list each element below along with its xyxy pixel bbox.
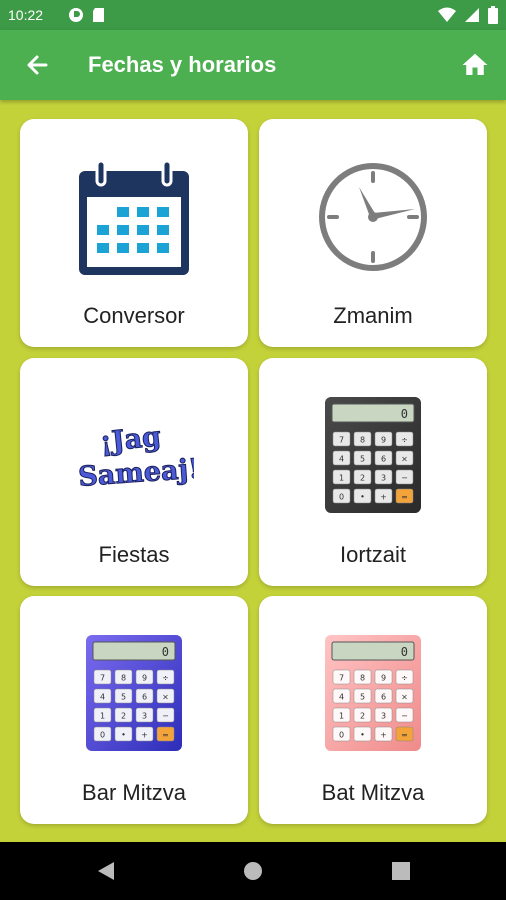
calculator-key-label: 1: [339, 712, 344, 721]
calculator-key-label: 2: [360, 712, 365, 721]
status-bar: 10:22: [0, 0, 506, 30]
calculator-key-label: 3: [381, 712, 386, 721]
svg-text:¡Jag: ¡Jag: [99, 421, 163, 458]
calculator-key-label: 5: [360, 693, 365, 702]
calculator-key-label: 1: [100, 712, 105, 721]
calculator-key-label: 0: [339, 493, 344, 502]
nav-recents-icon[interactable]: [389, 859, 413, 883]
calculator-key-label: 5: [121, 693, 126, 702]
calculator-key-label: 9: [381, 674, 386, 683]
wifi-icon: [438, 7, 456, 22]
calendar-icon: [79, 159, 189, 275]
card-bat-mitzva[interactable]: 0 7 8 9 ÷ 4 5 6 × 1 2 3 − 0 • + = Bat Mitzva: [259, 596, 487, 824]
nav-home-icon[interactable]: [241, 859, 265, 883]
calculator-display: 0: [401, 407, 408, 421]
calculator-key-label: 9: [142, 674, 147, 683]
calculator-key-label: −: [401, 474, 408, 483]
home-button[interactable]: [460, 50, 490, 80]
card-conversor[interactable]: Conversor: [20, 119, 248, 347]
calculator-pink-icon: 0 7 8 9 ÷ 4 5 6 × 1 2 3 − 0 • + =: [325, 635, 421, 751]
calculator-key-label: =: [401, 493, 408, 502]
calculator-key-label: −: [162, 712, 169, 721]
calculator-key-label: 5: [360, 455, 365, 464]
card-label: Bar Mitzva: [82, 780, 186, 805]
calculator-key-label: +: [380, 493, 387, 502]
calculator-key-label: 6: [381, 455, 386, 464]
calculator-display: 0: [162, 645, 169, 659]
calculator-key-label: 1: [339, 474, 344, 483]
clock-icon: [319, 163, 427, 271]
card-zmanim[interactable]: Zmanim: [259, 119, 487, 347]
back-button[interactable]: [22, 50, 52, 80]
calculator-key-label: ÷: [401, 674, 408, 683]
sd-card-icon: [93, 8, 104, 22]
jag-sameaj-icon: ¡Jag Sameaj!: [77, 421, 194, 494]
calculator-key-label: +: [380, 731, 387, 740]
calculator-key-label: 2: [360, 474, 365, 483]
navigation-bar: [0, 842, 506, 900]
calculator-key-label: ÷: [401, 436, 408, 445]
calculator-key-label: 2: [121, 712, 126, 721]
calculator-key-label: 6: [381, 693, 386, 702]
app-notification-icon: [69, 8, 83, 22]
card-bar-mitzva[interactable]: 0 7 8 9 ÷ 4 5 6 × 1 2 3 − 0 • + = Bar Mitzva: [20, 596, 248, 824]
calculator-key-label: 9: [381, 436, 386, 445]
calculator-key-label: 7: [100, 674, 105, 683]
page-title: Fechas y horarios: [88, 52, 277, 77]
calculator-key-label: ×: [401, 455, 408, 464]
calculator-key-label: +: [141, 731, 148, 740]
status-time: 10:22: [8, 7, 44, 23]
card-label: Conversor: [83, 303, 185, 328]
svg-text:Sameaj!: Sameaj!: [77, 453, 194, 492]
card-label: Iortzait: [339, 542, 407, 567]
calculator-key-label: 7: [339, 674, 344, 683]
calculator-key-label: 0: [100, 731, 105, 740]
calculator-display: 0: [401, 645, 408, 659]
app-bar: Fechas y horarios: [0, 30, 506, 100]
calculator-key-label: 8: [360, 674, 365, 683]
calculator-key-label: −: [401, 712, 408, 721]
card-label: Bat Mitzva: [321, 780, 425, 805]
calculator-key-label: 4: [100, 693, 105, 702]
card-iortzait[interactable]: 0 7 8 9 ÷ 4 5 6 × 1 2 3 − 0 • + = Iortzait: [259, 358, 487, 586]
calculator-key-label: 8: [360, 436, 365, 445]
calculator-dark-icon: 0 7 8 9 ÷ 4 5 6 × 1 2 3 − 0 • + =: [325, 397, 421, 513]
home-icon: [462, 53, 488, 75]
calculator-key-label: •: [121, 731, 126, 740]
calculator-key-label: 4: [339, 693, 344, 702]
calculator-key-label: 8: [121, 674, 126, 683]
calculator-blue-icon: 0 7 8 9 ÷ 4 5 6 × 1 2 3 − 0 • + =: [86, 635, 182, 751]
signal-icon: [465, 8, 479, 22]
calculator-key-label: 3: [381, 474, 386, 483]
calculator-key-label: 6: [142, 693, 147, 702]
calculator-key-label: =: [162, 731, 169, 740]
calculator-key-label: ×: [401, 693, 408, 702]
calculator-key-label: 0: [339, 731, 344, 740]
nav-back-icon[interactable]: [94, 859, 118, 883]
menu-grid: Conversor Zmanim ¡Jag Sameaj! Fiestas 0 7…: [0, 100, 506, 840]
calculator-key-label: •: [360, 731, 365, 740]
calculator-key-label: =: [401, 731, 408, 740]
calculator-key-label: ÷: [162, 674, 169, 683]
calculator-key-label: 4: [339, 455, 344, 464]
battery-icon: [488, 6, 498, 24]
back-arrow-icon: [27, 55, 48, 75]
card-label: Zmanim: [333, 303, 413, 328]
calculator-key-label: 3: [142, 712, 147, 721]
card-label: Fiestas: [98, 542, 170, 567]
calculator-key-label: •: [360, 493, 365, 502]
calculator-key-label: 7: [339, 436, 344, 445]
card-fiestas[interactable]: ¡Jag Sameaj! Fiestas: [20, 358, 248, 586]
calculator-key-label: ×: [162, 693, 169, 702]
